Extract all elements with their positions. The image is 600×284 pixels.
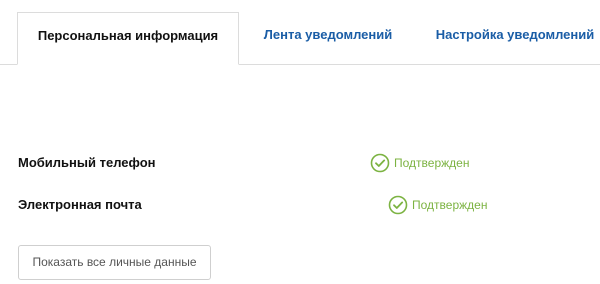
tab-bar: Персональная информация Лента уведомлени… [0, 0, 600, 65]
check-circle-icon [370, 153, 390, 173]
mobile-phone-status: Подтвержден [370, 153, 469, 173]
email-label: Электронная почта [18, 197, 142, 212]
tab-notification-feed[interactable]: Лента уведомлений [256, 12, 400, 65]
tab-notification-settings[interactable]: Настройка уведомлений [430, 12, 600, 65]
email-status-text: Подтвержден [412, 198, 488, 212]
email-status: Подтвержден [388, 195, 487, 215]
tab-personal-info[interactable]: Персональная информация [17, 12, 239, 65]
check-circle-icon [388, 195, 408, 215]
mobile-phone-status-text: Подтвержден [394, 156, 470, 170]
show-all-personal-data-button[interactable]: Показать все личные данные [18, 245, 211, 280]
mobile-phone-label: Мобильный телефон [18, 155, 156, 170]
